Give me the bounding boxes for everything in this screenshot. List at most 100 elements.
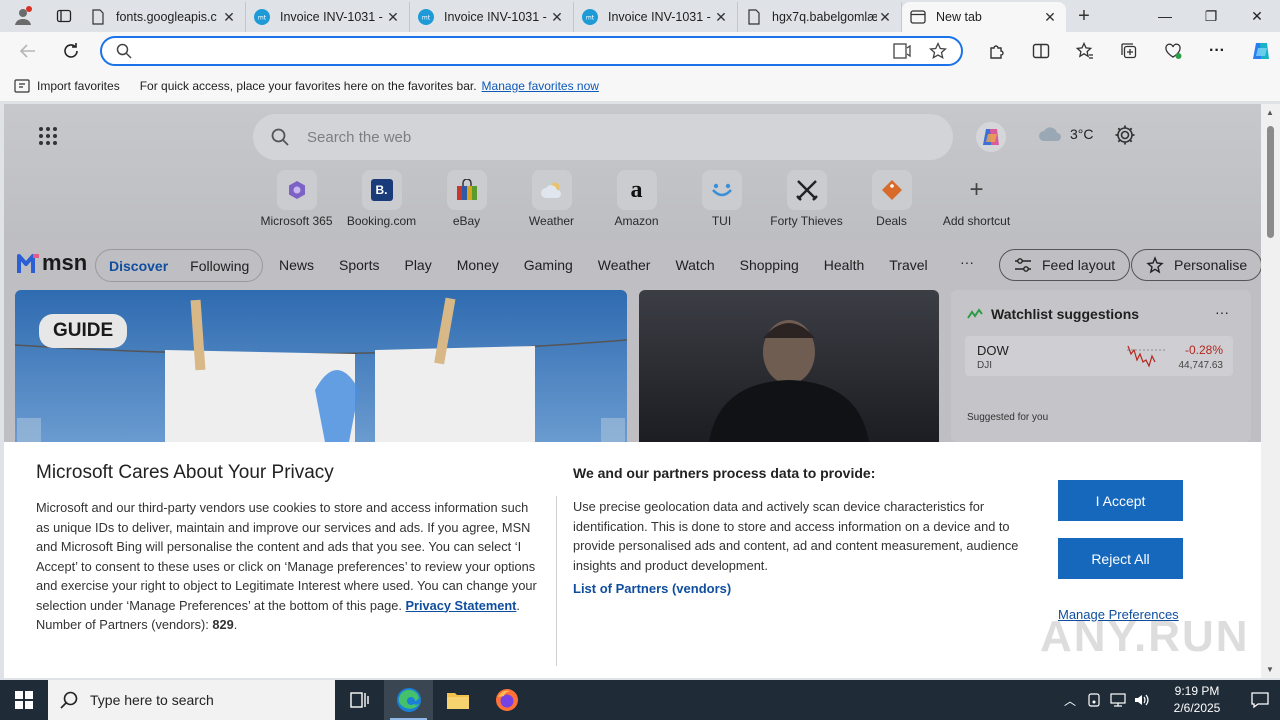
nav-weather[interactable]: Weather <box>598 257 651 273</box>
stocks-icon <box>967 308 983 319</box>
browser-essentials-button[interactable] <box>1151 36 1195 66</box>
notifications-button[interactable] <box>1240 680 1280 720</box>
tray-network-button[interactable] <box>1106 693 1130 707</box>
msn-logo[interactable]: msn <box>16 250 87 276</box>
scrollbar-thumb[interactable] <box>1267 126 1274 238</box>
nav-watch[interactable]: Watch <box>675 257 714 273</box>
shortcut-label: Amazon <box>614 214 659 228</box>
tab-following[interactable]: Following <box>190 258 249 274</box>
watchlist-more-button[interactable]: ··· <box>1215 304 1229 320</box>
tab-new-tab[interactable]: New tab ✕ <box>902 2 1066 32</box>
tab-title: New tab <box>936 10 982 24</box>
tab-3[interactable]: mt Invoice INV-1031 - ✕ <box>410 2 574 32</box>
minimize-icon: — <box>1158 8 1172 24</box>
shortcut-ebay[interactable]: eBay <box>424 170 509 228</box>
scroll-up-icon[interactable]: ▲ <box>1266 108 1274 117</box>
tab-4[interactable]: mt Invoice INV-1031 - ✕ <box>574 2 738 32</box>
tab-discover[interactable]: Discover <box>109 258 168 274</box>
guide-article-card[interactable]: GUIDE <box>15 290 627 442</box>
import-favorites-button[interactable]: Import favorites <box>14 79 120 93</box>
collections-button[interactable] <box>1107 36 1151 66</box>
manage-favorites-link[interactable]: Manage favorites now <box>482 79 599 93</box>
page-settings-button[interactable] <box>1114 124 1136 149</box>
new-tab-button[interactable]: + <box>1066 0 1102 32</box>
nav-play[interactable]: Play <box>404 257 431 273</box>
close-icon[interactable]: ✕ <box>221 9 237 26</box>
tray-overflow-button[interactable]: ︿ <box>1058 692 1082 709</box>
stock-row-dow[interactable]: DOW DJI -0.28% 44,747.63 <box>965 336 1233 376</box>
nav-health[interactable]: Health <box>824 257 864 273</box>
close-icon[interactable]: ✕ <box>385 9 401 26</box>
stock-value: 44,747.63 <box>1178 360 1224 371</box>
news-article-card[interactable] <box>639 290 939 442</box>
add-shortcut-button[interactable]: + Add shortcut <box>934 170 1019 228</box>
list-of-partners-link[interactable]: List of Partners (vendors) <box>573 581 731 596</box>
nav-sports[interactable]: Sports <box>339 257 379 273</box>
web-search-box[interactable]: Search the web <box>253 114 953 160</box>
privacy-statement-link[interactable]: Privacy Statement <box>405 598 516 613</box>
tray-volume-button[interactable] <box>1130 693 1154 707</box>
nav-shopping[interactable]: Shopping <box>740 257 799 273</box>
nav-travel[interactable]: Travel <box>889 257 927 273</box>
shortcut-label: eBay <box>452 214 481 228</box>
taskbar-edge[interactable] <box>384 680 433 720</box>
close-icon[interactable]: ✕ <box>1042 9 1058 26</box>
shortcut-weather[interactable]: Weather <box>509 170 594 228</box>
taskbar-search-box[interactable]: Type here to search <box>48 680 335 720</box>
address-input[interactable] <box>144 43 893 59</box>
copilot-shortcut-button[interactable] <box>976 122 1006 152</box>
copilot-button[interactable] <box>1239 36 1280 66</box>
shortcut-microsoft-365[interactable]: Microsoft 365 <box>254 170 339 228</box>
extensions-button[interactable] <box>975 36 1019 66</box>
tab-5[interactable]: hgx7q.babelgomlæ ✕ <box>738 2 902 32</box>
taskbar-firefox[interactable] <box>482 680 531 720</box>
tab-1[interactable]: fonts.googleapis.c ✕ <box>82 2 246 32</box>
scroll-down-icon[interactable]: ▼ <box>1266 665 1274 674</box>
personalise-button[interactable]: Personalise <box>1131 249 1261 281</box>
refresh-button[interactable] <box>51 35 91 67</box>
address-bar[interactable] <box>100 36 963 66</box>
shortcut-forty-thieves[interactable]: Forty Thieves <box>764 170 849 228</box>
task-view-button[interactable] <box>335 680 384 720</box>
favorite-star-icon[interactable] <box>929 42 947 60</box>
shortcut-amazon[interactable]: a Amazon <box>594 170 679 228</box>
shortcut-tui[interactable]: TUI <box>679 170 764 228</box>
close-icon[interactable]: ✕ <box>549 9 565 26</box>
svg-text:mt: mt <box>586 15 595 22</box>
profile-icon <box>15 6 32 25</box>
profile-button[interactable] <box>0 0 46 32</box>
settings-more-button[interactable]: ··· <box>1195 36 1239 66</box>
page-scrollbar[interactable]: ▲ ▼ <box>1261 104 1280 678</box>
apps-launcher-button[interactable] <box>38 126 58 149</box>
restore-button[interactable]: ❐ <box>1188 0 1234 32</box>
watchlist-header: Watchlist suggestions <box>967 306 1139 322</box>
close-window-button[interactable]: ✕ <box>1234 0 1280 32</box>
weather-icon <box>540 182 561 198</box>
nav-more-button[interactable]: ··· <box>960 254 974 270</box>
tab-actions-button[interactable] <box>46 0 82 32</box>
tab-2[interactable]: mt Invoice INV-1031 - ✕ <box>246 2 410 32</box>
weather-widget[interactable]: 3°C <box>1038 126 1094 142</box>
shortcut-deals[interactable]: Deals <box>849 170 934 228</box>
watchlist-title: Watchlist suggestions <box>991 306 1140 322</box>
close-icon[interactable]: ✕ <box>713 9 729 26</box>
nav-gaming[interactable]: Gaming <box>524 257 573 273</box>
favorites-button[interactable] <box>1063 36 1107 66</box>
start-button[interactable] <box>0 680 48 720</box>
minimize-button[interactable]: — <box>1142 0 1188 32</box>
back-button[interactable] <box>8 35 48 67</box>
accept-button[interactable]: I Accept <box>1058 480 1183 521</box>
feed-layout-button[interactable]: Feed layout <box>999 249 1131 281</box>
close-icon[interactable]: ✕ <box>877 9 893 26</box>
tray-network-drive-icon[interactable] <box>1082 693 1106 707</box>
read-aloud-icon[interactable] <box>893 42 911 60</box>
taskbar-file-explorer[interactable] <box>433 680 482 720</box>
taskbar-clock[interactable]: 9:19 PM 2/6/2025 <box>1162 683 1232 717</box>
split-screen-button[interactable] <box>1019 36 1063 66</box>
privacy-body: Microsoft and our third-party vendors us… <box>36 500 537 632</box>
shortcut-booking[interactable]: B. Booking.com <box>339 170 424 228</box>
nav-money[interactable]: Money <box>457 257 499 273</box>
window-controls: — ❐ ✕ <box>1142 0 1280 32</box>
nav-news[interactable]: News <box>279 257 314 273</box>
reject-all-button[interactable]: Reject All <box>1058 538 1183 579</box>
